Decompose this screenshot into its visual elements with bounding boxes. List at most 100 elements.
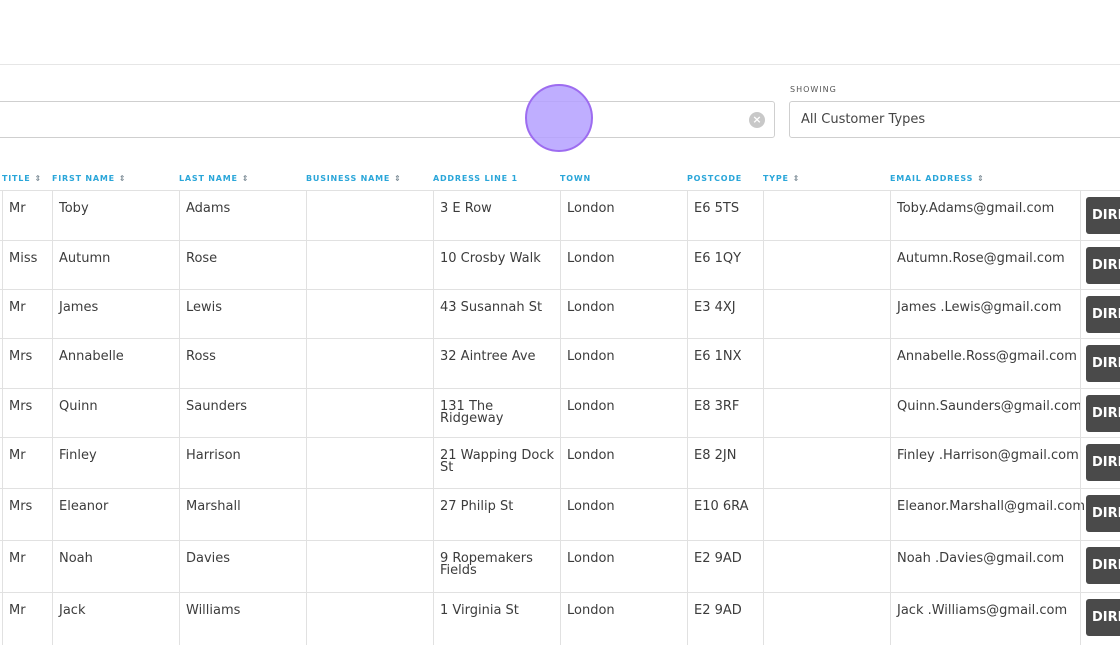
cursor-indicator [525,84,593,152]
cell-postcode: E10 6RA [687,489,763,541]
cell-type [763,241,890,290]
cell-first-name: James [52,290,179,339]
row-action-button[interactable]: DIRE [1086,547,1120,584]
column-header-label: FIRST NAME [52,174,115,183]
cell-title: Mrs [2,389,52,438]
cell-business-name [306,389,433,438]
cell-type [763,593,890,645]
cell-last-name: Rose [179,241,306,290]
column-header-email-address[interactable]: EMAIL ADDRESS ⇕ [890,174,985,183]
search-box[interactable] [0,101,775,138]
sort-icon[interactable]: ⇕ [242,174,250,183]
column-header-town: TOWN [560,174,591,183]
cell-last-name: Adams [179,191,306,241]
table-row[interactable]: Mrs Annabelle Ross 32 Aintree Ave London E6 1… [0,338,1120,389]
column-header-label: TOWN [560,174,591,183]
cell-address-line-1: 3 E Row [433,191,560,241]
sort-icon[interactable]: ⇕ [119,174,127,183]
cell-first-name: Finley [52,438,179,489]
clear-circle-icon[interactable]: × [749,112,765,128]
cell-postcode: E2 9AD [687,593,763,645]
cell-town: London [560,438,687,489]
column-header-label: TITLE [2,174,31,183]
cell-email-address: Finley .Harrison@gmail.com [890,438,1080,489]
column-header-label: BUSINESS NAME [306,174,391,183]
cell-address-line-1: 9 Ropemakers Fields [433,541,560,593]
cell-type [763,541,890,593]
table-row[interactable]: Mr James Lewis 43 Susannah St London E3 4XJ Ja… [0,289,1120,339]
cell-title: Mrs [2,489,52,541]
cell-last-name: Davies [179,541,306,593]
row-action-button[interactable]: DIRE [1086,296,1120,333]
cell-postcode: E8 2JN [687,438,763,489]
cell-last-name: Saunders [179,389,306,438]
table-row[interactable]: Mrs Quinn Saunders 131 The Ridgeway London E8… [0,388,1120,438]
cell-type [763,290,890,339]
customer-type-select[interactable]: All Customer Types [789,101,1120,138]
cell-last-name: Ross [179,339,306,389]
cell-email-address: Toby.Adams@gmail.com [890,191,1080,241]
row-action-button[interactable]: DIRE [1086,345,1120,382]
table-row[interactable]: Mrs Eleanor Marshall 27 Philip St London E10 … [0,488,1120,541]
row-action-button[interactable]: DIRE [1086,197,1120,234]
cell-address-line-1: 21 Wapping Dock St [433,438,560,489]
column-header-first-name[interactable]: FIRST NAME ⇕ [52,174,126,183]
column-header-label: LAST NAME [179,174,238,183]
table-row[interactable]: Mr Finley Harrison 21 Wapping Dock St London… [0,437,1120,489]
column-header-postcode: POSTCODE [687,174,742,183]
cell-postcode: E6 5TS [687,191,763,241]
cell-town: London [560,389,687,438]
cell-last-name: Williams [179,593,306,645]
cell-first-name: Toby [52,191,179,241]
cell-email-address: Noah .Davies@gmail.com [890,541,1080,593]
row-action-button[interactable]: DIRE [1086,247,1120,284]
column-header-last-name[interactable]: LAST NAME ⇕ [179,174,249,183]
sort-icon[interactable]: ⇕ [394,174,402,183]
column-header-address-line-1: ADDRESS LINE 1 [433,174,518,183]
cell-title: Mr [2,438,52,489]
column-header-title[interactable]: TITLE ⇕ [2,174,42,183]
top-bar [0,0,1120,65]
column-header-business-name[interactable]: BUSINESS NAME ⇕ [306,174,402,183]
table-row[interactable]: Miss Autumn Rose 10 Crosby Walk London E6 1QY… [0,240,1120,290]
cell-email-address: Eleanor.Marshall@gmail.com [890,489,1085,541]
cell-postcode: E6 1QY [687,241,763,290]
cell-title: Mr [2,191,52,241]
cell-title: Mr [2,541,52,593]
row-action-button[interactable]: DIRE [1086,444,1120,481]
sort-icon[interactable]: ⇕ [977,174,985,183]
cell-business-name [306,489,433,541]
cell-town: London [560,191,687,241]
cell-first-name: Eleanor [52,489,179,541]
cell-town: London [560,290,687,339]
row-action-button[interactable]: DIRE [1086,395,1120,432]
cell-address-line-1: 131 The Ridgeway [433,389,560,438]
cell-email-address: Quinn.Saunders@gmail.com [890,389,1082,438]
cell-first-name: Quinn [52,389,179,438]
cell-type [763,191,890,241]
row-action-button[interactable]: DIRE [1086,599,1120,636]
table-row[interactable]: Mr Toby Adams 3 E Row London E6 5TS Toby.Adams… [0,190,1120,241]
cell-address-line-1: 32 Aintree Ave [433,339,560,389]
cell-email-address: Jack .Williams@gmail.com [890,593,1080,645]
column-header-type[interactable]: TYPE ⇕ [763,174,800,183]
cell-town: London [560,593,687,645]
showing-label: SHOWING [790,85,837,94]
cell-title: Mr [2,290,52,339]
table-row[interactable]: Mr Jack Williams 1 Virginia St London E2 9AD J… [0,592,1120,645]
cell-email-address: James .Lewis@gmail.com [890,290,1080,339]
cell-type [763,389,890,438]
cell-business-name [306,241,433,290]
cell-town: London [560,339,687,389]
column-header-label: ADDRESS LINE 1 [433,174,518,183]
sort-icon[interactable]: ⇕ [34,174,42,183]
cell-postcode: E8 3RF [687,389,763,438]
cell-address-line-1: 10 Crosby Walk [433,241,560,290]
sort-icon[interactable]: ⇕ [793,174,801,183]
cell-business-name [306,541,433,593]
cell-address-line-1: 43 Susannah St [433,290,560,339]
row-action-button[interactable]: DIRE [1086,495,1120,532]
column-header-label: EMAIL ADDRESS [890,174,974,183]
search-input[interactable] [11,108,715,134]
table-row[interactable]: Mr Noah Davies 9 Ropemakers Fields London E2 … [0,540,1120,593]
